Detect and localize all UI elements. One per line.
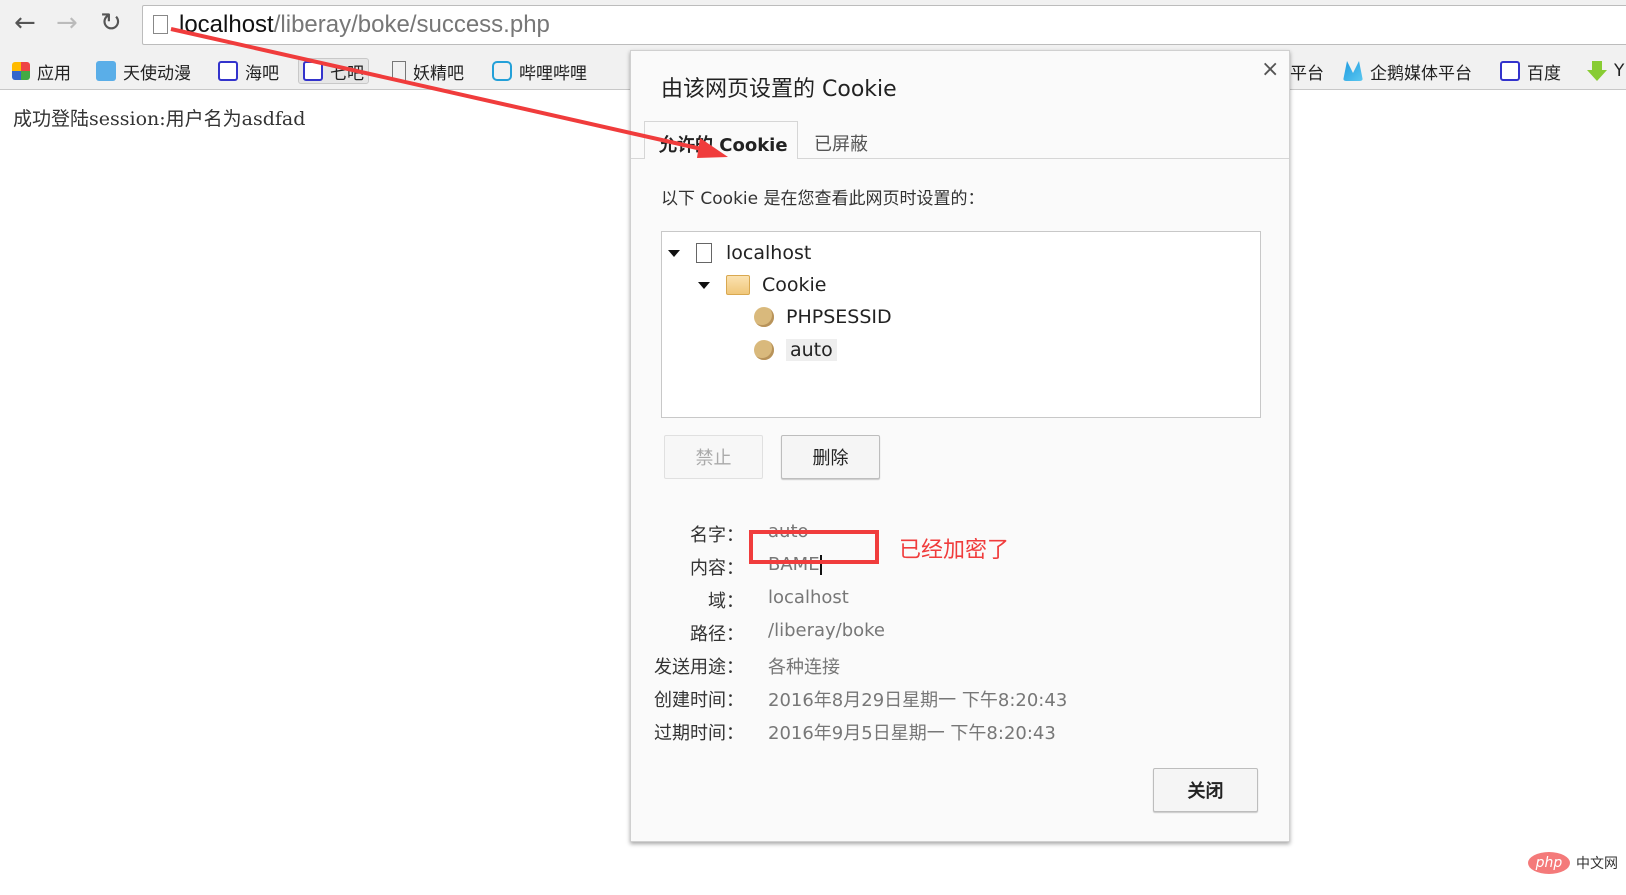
bookmark-label: 企鹅媒体平台 [1370,63,1472,84]
cookie-tree: localhost Cookie PHPSESSID auto [661,231,1261,418]
delete-button[interactable]: 删除 [781,435,880,479]
url-host: localhost [179,11,274,38]
detail-label: 发送用途： [654,657,744,678]
tree-item-cookie[interactable]: PHPSESSID [754,302,892,332]
baidu-paw-icon [303,61,323,81]
reload-icon[interactable]: ↻ [100,8,122,38]
bookmark-pingtai[interactable]: 平台 [1290,58,1324,84]
detail-value-expires: 2016年9月5日星期一 下午8:20:43 [768,723,1056,744]
tab-allowed-cookies[interactable]: 允许的 Cookie [644,121,798,159]
back-arrow-icon[interactable]: ← [14,8,36,38]
tree-label: Cookie [762,274,827,296]
address-bar[interactable]: localhost/liberay/boke/success.php [142,5,1626,45]
detail-value-created: 2016年8月29日星期一 下午8:20:43 [768,690,1068,711]
bookmark-label: 平台 [1290,63,1324,84]
page-icon [696,243,712,263]
download-arrow-icon [1587,61,1607,81]
detail-label: 域： [708,591,744,612]
bookmark-label: 七吧 [330,63,364,84]
expand-triangle-icon[interactable] [698,281,710,289]
tree-item-folder[interactable]: Cookie [698,270,827,300]
tab-blocked[interactable]: 已屏蔽 [814,130,868,156]
bookmark-qie-media[interactable]: 企鹅媒体平台 [1343,58,1472,84]
dialog-description: 以下 Cookie 是在您查看此网页时设置的： [661,189,985,209]
bookmark-label: 妖精吧 [413,63,464,84]
php-watermark: php 中文网 [1528,852,1618,874]
detail-label: 过期时间： [654,723,744,744]
url-text[interactable]: localhost/liberay/boke/success.php [179,11,550,39]
bookmark-label: 应用 [37,63,71,84]
expand-triangle-icon[interactable] [668,249,680,257]
close-icon[interactable]: × [1261,57,1279,82]
detail-value-path: /liberay/boke [768,620,886,641]
bookmark-label: 海吧 [245,63,279,84]
bookmark-label: 哔哩哔哩 [519,63,587,84]
detail-label: 名字： [690,525,744,546]
page-icon [153,15,168,34]
tree-label: PHPSESSID [786,306,892,328]
bookmark-label: 天使动漫 [123,63,191,84]
tree-label: auto [786,339,837,361]
detail-label: 创建时间： [654,690,744,711]
penguin-media-icon [1343,61,1363,81]
highlight-box [749,530,879,564]
apps-grid-icon [12,62,30,80]
bookmark-haiba[interactable]: 海吧 [218,58,279,84]
detail-value-send-for: 各种连接 [768,657,840,678]
watermark-text: 中文网 [1576,856,1618,872]
bookmark-baidu[interactable]: 百度 [1500,58,1561,84]
forward-arrow-icon[interactable]: → [56,8,78,38]
cookie-dialog: 由该网页设置的 Cookie × 允许的 Cookie 已屏蔽 以下 Cooki… [630,50,1290,842]
detail-value-domain: localhost [768,587,849,608]
bookmark-qiba[interactable]: 七吧 [298,58,369,84]
feather-icon [96,61,116,81]
block-button[interactable]: 禁止 [664,435,763,479]
php-logo: php [1528,852,1570,874]
folder-icon [726,275,750,295]
tree-label: localhost [726,242,812,264]
annotation-text: 已经加密了 [899,538,1010,563]
bookmark-yaojingba[interactable]: 妖精吧 [392,58,464,84]
dialog-title: 由该网页设置的 Cookie [661,77,897,102]
cookie-icon [754,340,774,360]
bookmark-label: 百度 [1527,63,1561,84]
detail-label: 路径： [690,624,744,645]
tree-item-site[interactable]: localhost [668,238,811,268]
bookmark-y[interactable]: Y [1587,58,1624,84]
baidu-paw-icon [218,61,238,81]
bookmark-tianshi[interactable]: 天使动漫 [96,58,191,84]
tree-item-cookie-selected[interactable]: auto [754,335,837,365]
bilibili-tv-icon [492,61,512,81]
bookmark-label: Y [1614,61,1625,81]
url-path: /liberay/boke/success.php [273,11,550,38]
bookmark-apps[interactable]: 应用 [12,58,71,84]
page-icon [392,61,406,81]
close-button[interactable]: 关闭 [1153,768,1258,812]
baidu-paw-icon [1500,61,1520,81]
browser-toolbar: ← → ↻ localhost/liberay/boke/success.php [0,0,1626,50]
page-message: 成功登陆session:用户名为asdfad [13,108,306,130]
bookmark-bilibili[interactable]: 哔哩哔哩 [492,58,587,84]
cookie-icon [754,307,774,327]
detail-label: 内容： [690,558,744,579]
